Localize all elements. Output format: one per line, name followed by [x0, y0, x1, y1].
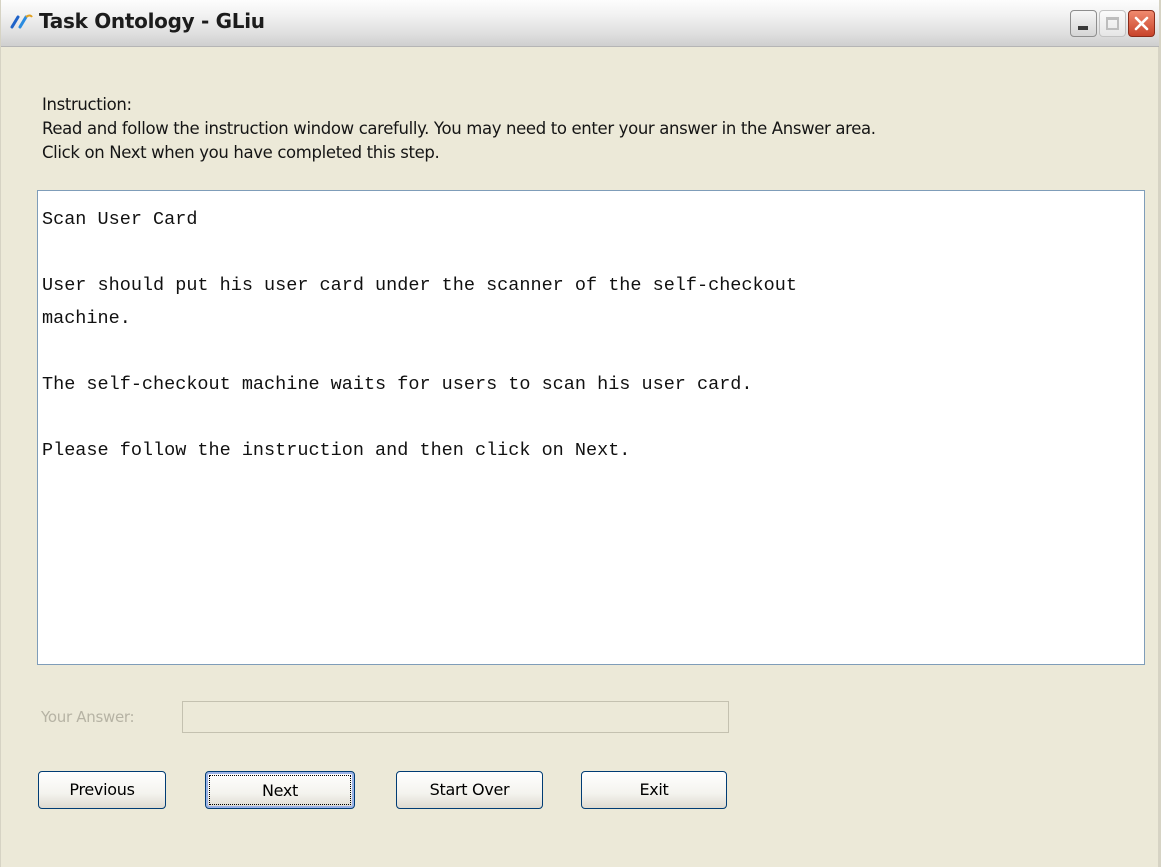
instruction-line-1: Read and follow the instruction window c… — [42, 119, 876, 138]
content-line: machine. — [42, 308, 131, 329]
next-button[interactable]: Next — [205, 771, 355, 809]
answer-label: Your Answer: — [41, 708, 135, 726]
start-over-button[interactable]: Start Over — [396, 771, 543, 809]
next-button-label: Next — [209, 775, 351, 805]
minimize-button[interactable] — [1070, 10, 1097, 37]
instruction-block: Instruction: Read and follow the instruc… — [42, 93, 876, 165]
close-icon — [1134, 16, 1149, 31]
content-line: Scan User Card — [42, 209, 198, 230]
title-bar[interactable]: Task Ontology - GLiu — [1, 0, 1159, 47]
content-line: Please follow the instruction and then c… — [42, 440, 631, 461]
maximize-icon — [1106, 17, 1119, 30]
instruction-text-area[interactable]: Scan User Card ​ User should put his use… — [37, 190, 1145, 665]
close-button[interactable] — [1128, 10, 1155, 37]
content-line: ​ — [42, 335, 1140, 368]
previous-button[interactable]: Previous — [38, 771, 166, 809]
instruction-label: Instruction: — [42, 95, 132, 114]
answer-input[interactable] — [182, 701, 729, 733]
minimize-icon — [1078, 26, 1088, 30]
content-line: The self-checkout machine waits for user… — [42, 374, 753, 395]
main-window: Task Ontology - GLiu Instruction: Read a… — [0, 0, 1161, 867]
exit-button[interactable]: Exit — [581, 771, 727, 809]
app-logo-icon — [10, 14, 33, 29]
content-line: ​ — [42, 236, 1140, 269]
maximize-button[interactable] — [1099, 10, 1126, 37]
window-title: Task Ontology - GLiu — [39, 9, 265, 33]
instruction-line-2: Click on Next when you have completed th… — [42, 143, 440, 162]
content-line: ​ — [42, 401, 1140, 434]
content-line: User should put his user card under the … — [42, 275, 797, 296]
